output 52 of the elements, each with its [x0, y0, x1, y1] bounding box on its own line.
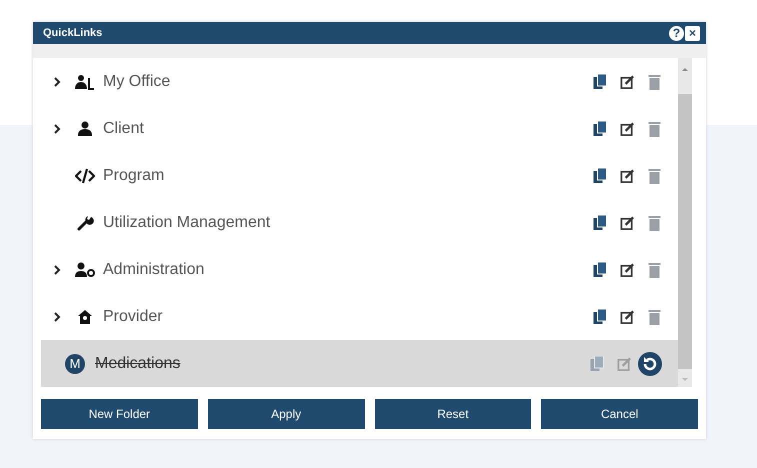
dialog-button[interactable]: Reset	[374, 399, 532, 429]
office-icon	[75, 74, 95, 90]
undo-icon[interactable]	[638, 352, 662, 376]
chevron-icon[interactable]	[53, 264, 61, 276]
scroll-up-icon[interactable]	[681, 66, 689, 72]
chevron-icon[interactable]	[53, 122, 61, 134]
medication-badge: M	[65, 354, 85, 374]
code-icon	[75, 168, 95, 184]
copy-icon[interactable]	[593, 168, 608, 184]
dialog-button[interactable]: New Folder	[41, 399, 198, 429]
quicklink-label: Medications	[95, 354, 180, 372]
edit-icon[interactable]	[620, 262, 635, 278]
dialog-button[interactable]: Cancel	[541, 399, 698, 429]
chevron-icon[interactable]	[53, 76, 61, 88]
trash-icon[interactable]	[647, 214, 662, 230]
quicklink-row[interactable]: Utilization Management	[41, 199, 678, 246]
quicklink-label: Client	[103, 120, 144, 138]
quicklink-row[interactable]: Administration	[41, 246, 678, 293]
trash-icon[interactable]	[647, 74, 662, 90]
window-title: QuickLinks	[43, 27, 102, 39]
edit-icon[interactable]	[620, 120, 635, 136]
copy-icon[interactable]	[593, 74, 608, 90]
quicklink-label: Program	[103, 166, 164, 184]
quicklink-label: Administration	[103, 260, 204, 278]
edit-icon[interactable]	[620, 168, 635, 184]
trash-icon[interactable]	[647, 262, 662, 278]
close-button[interactable]: ×	[685, 26, 700, 40]
wrench-icon	[75, 214, 95, 230]
quicklink-label: Utilization Management	[103, 214, 270, 232]
chevron-icon[interactable]	[53, 310, 61, 322]
quicklink-row[interactable]: My Office	[41, 58, 678, 105]
edit-icon[interactable]	[620, 214, 635, 230]
copy-icon[interactable]	[593, 214, 608, 230]
quicklink-row[interactable]: M Medications	[41, 340, 678, 387]
copy-icon[interactable]	[593, 120, 608, 136]
quicklink-label: My Office	[103, 72, 170, 90]
copy-icon[interactable]	[593, 262, 608, 278]
trash-icon[interactable]	[647, 308, 662, 324]
help-button[interactable]: ?	[669, 26, 684, 40]
quicklink-row[interactable]: Provider	[41, 293, 678, 340]
dialog-button[interactable]: Apply	[208, 399, 364, 429]
edit-icon[interactable]	[620, 308, 635, 324]
copy-icon[interactable]	[593, 308, 608, 324]
person-icon	[75, 120, 95, 136]
quicklink-row[interactable]: Client	[41, 105, 678, 152]
admin-icon	[75, 262, 95, 278]
quicklink-row[interactable]: Program	[41, 152, 678, 199]
scrollbar[interactable]	[678, 58, 692, 387]
quicklink-label: Provider	[103, 308, 163, 326]
edit-icon[interactable]	[620, 74, 635, 90]
trash-icon[interactable]	[647, 120, 662, 136]
trash-icon[interactable]	[647, 168, 662, 184]
